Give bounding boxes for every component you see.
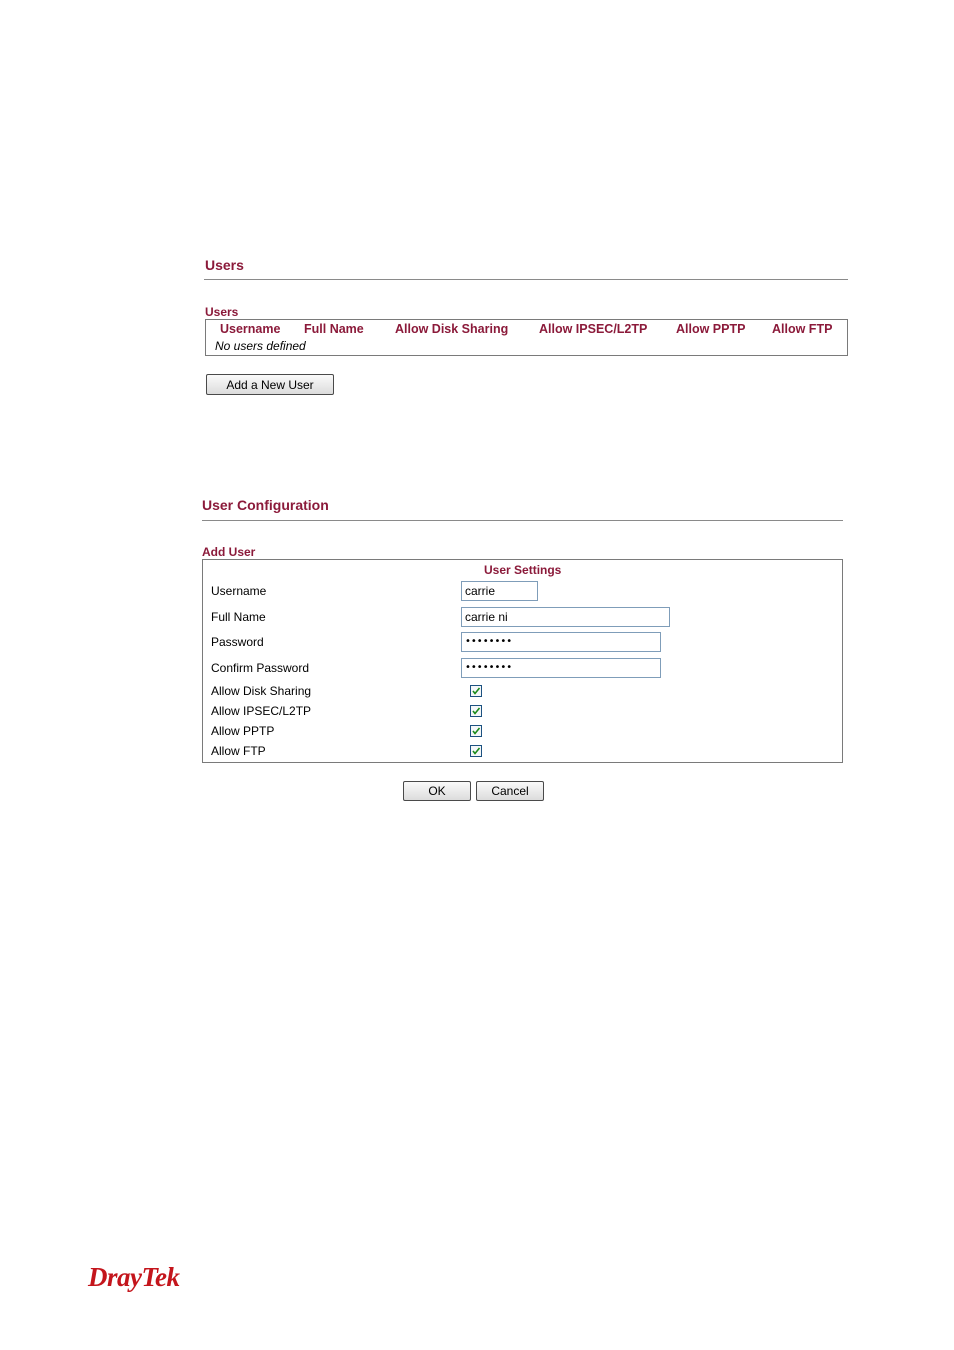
user-settings-form: User Settings Username carrie Full Name … <box>202 559 843 763</box>
add-user-caption: Add User <box>202 545 256 559</box>
allow-ftp-label: Allow FTP <box>211 744 266 758</box>
confirm-password-label: Confirm Password <box>211 661 310 675</box>
allow-disk-sharing-checkbox[interactable] <box>470 685 482 697</box>
column-header-allow-disk-sharing: Allow Disk Sharing <box>395 322 509 336</box>
users-table-caption: Users <box>205 305 239 319</box>
user-settings-header: User Settings <box>484 563 562 577</box>
password-input[interactable]: •••••••• <box>461 632 661 652</box>
allow-pptp-label: Allow PPTP <box>211 724 275 738</box>
full-name-label: Full Name <box>211 610 266 624</box>
allow-pptp-checkbox[interactable] <box>470 725 482 737</box>
column-header-allow-ipsec-l2tp: Allow IPSEC/L2TP <box>539 322 648 336</box>
confirm-password-input[interactable]: •••••••• <box>461 658 661 678</box>
password-label: Password <box>211 635 264 649</box>
column-header-allow-pptp: Allow PPTP <box>676 322 746 336</box>
cancel-button[interactable]: Cancel <box>476 781 544 801</box>
column-header-username: Username <box>220 322 281 336</box>
config-divider <box>202 520 843 521</box>
allow-ipsec-l2tp-label: Allow IPSEC/L2TP <box>211 704 312 718</box>
ok-button[interactable]: OK <box>403 781 471 801</box>
users-table: Username Full Name Allow Disk Sharing Al… <box>205 319 848 356</box>
allow-ftp-checkbox[interactable] <box>470 745 482 757</box>
no-users-message: No users defined <box>215 339 306 353</box>
users-section-title: Users <box>205 257 244 273</box>
full-name-input[interactable]: carrie ni <box>461 607 670 627</box>
allow-ipsec-l2tp-checkbox[interactable] <box>470 705 482 717</box>
user-configuration-title: User Configuration <box>202 497 329 513</box>
username-label: Username <box>211 584 267 598</box>
allow-disk-sharing-label: Allow Disk Sharing <box>211 684 312 698</box>
users-divider <box>204 279 848 280</box>
column-header-allow-ftp: Allow FTP <box>772 322 833 336</box>
username-input[interactable]: carrie <box>461 581 538 601</box>
add-new-user-button[interactable]: Add a New User <box>206 374 334 395</box>
draytek-logo: DrayTek <box>88 1262 180 1292</box>
column-header-full-name: Full Name <box>304 322 364 336</box>
